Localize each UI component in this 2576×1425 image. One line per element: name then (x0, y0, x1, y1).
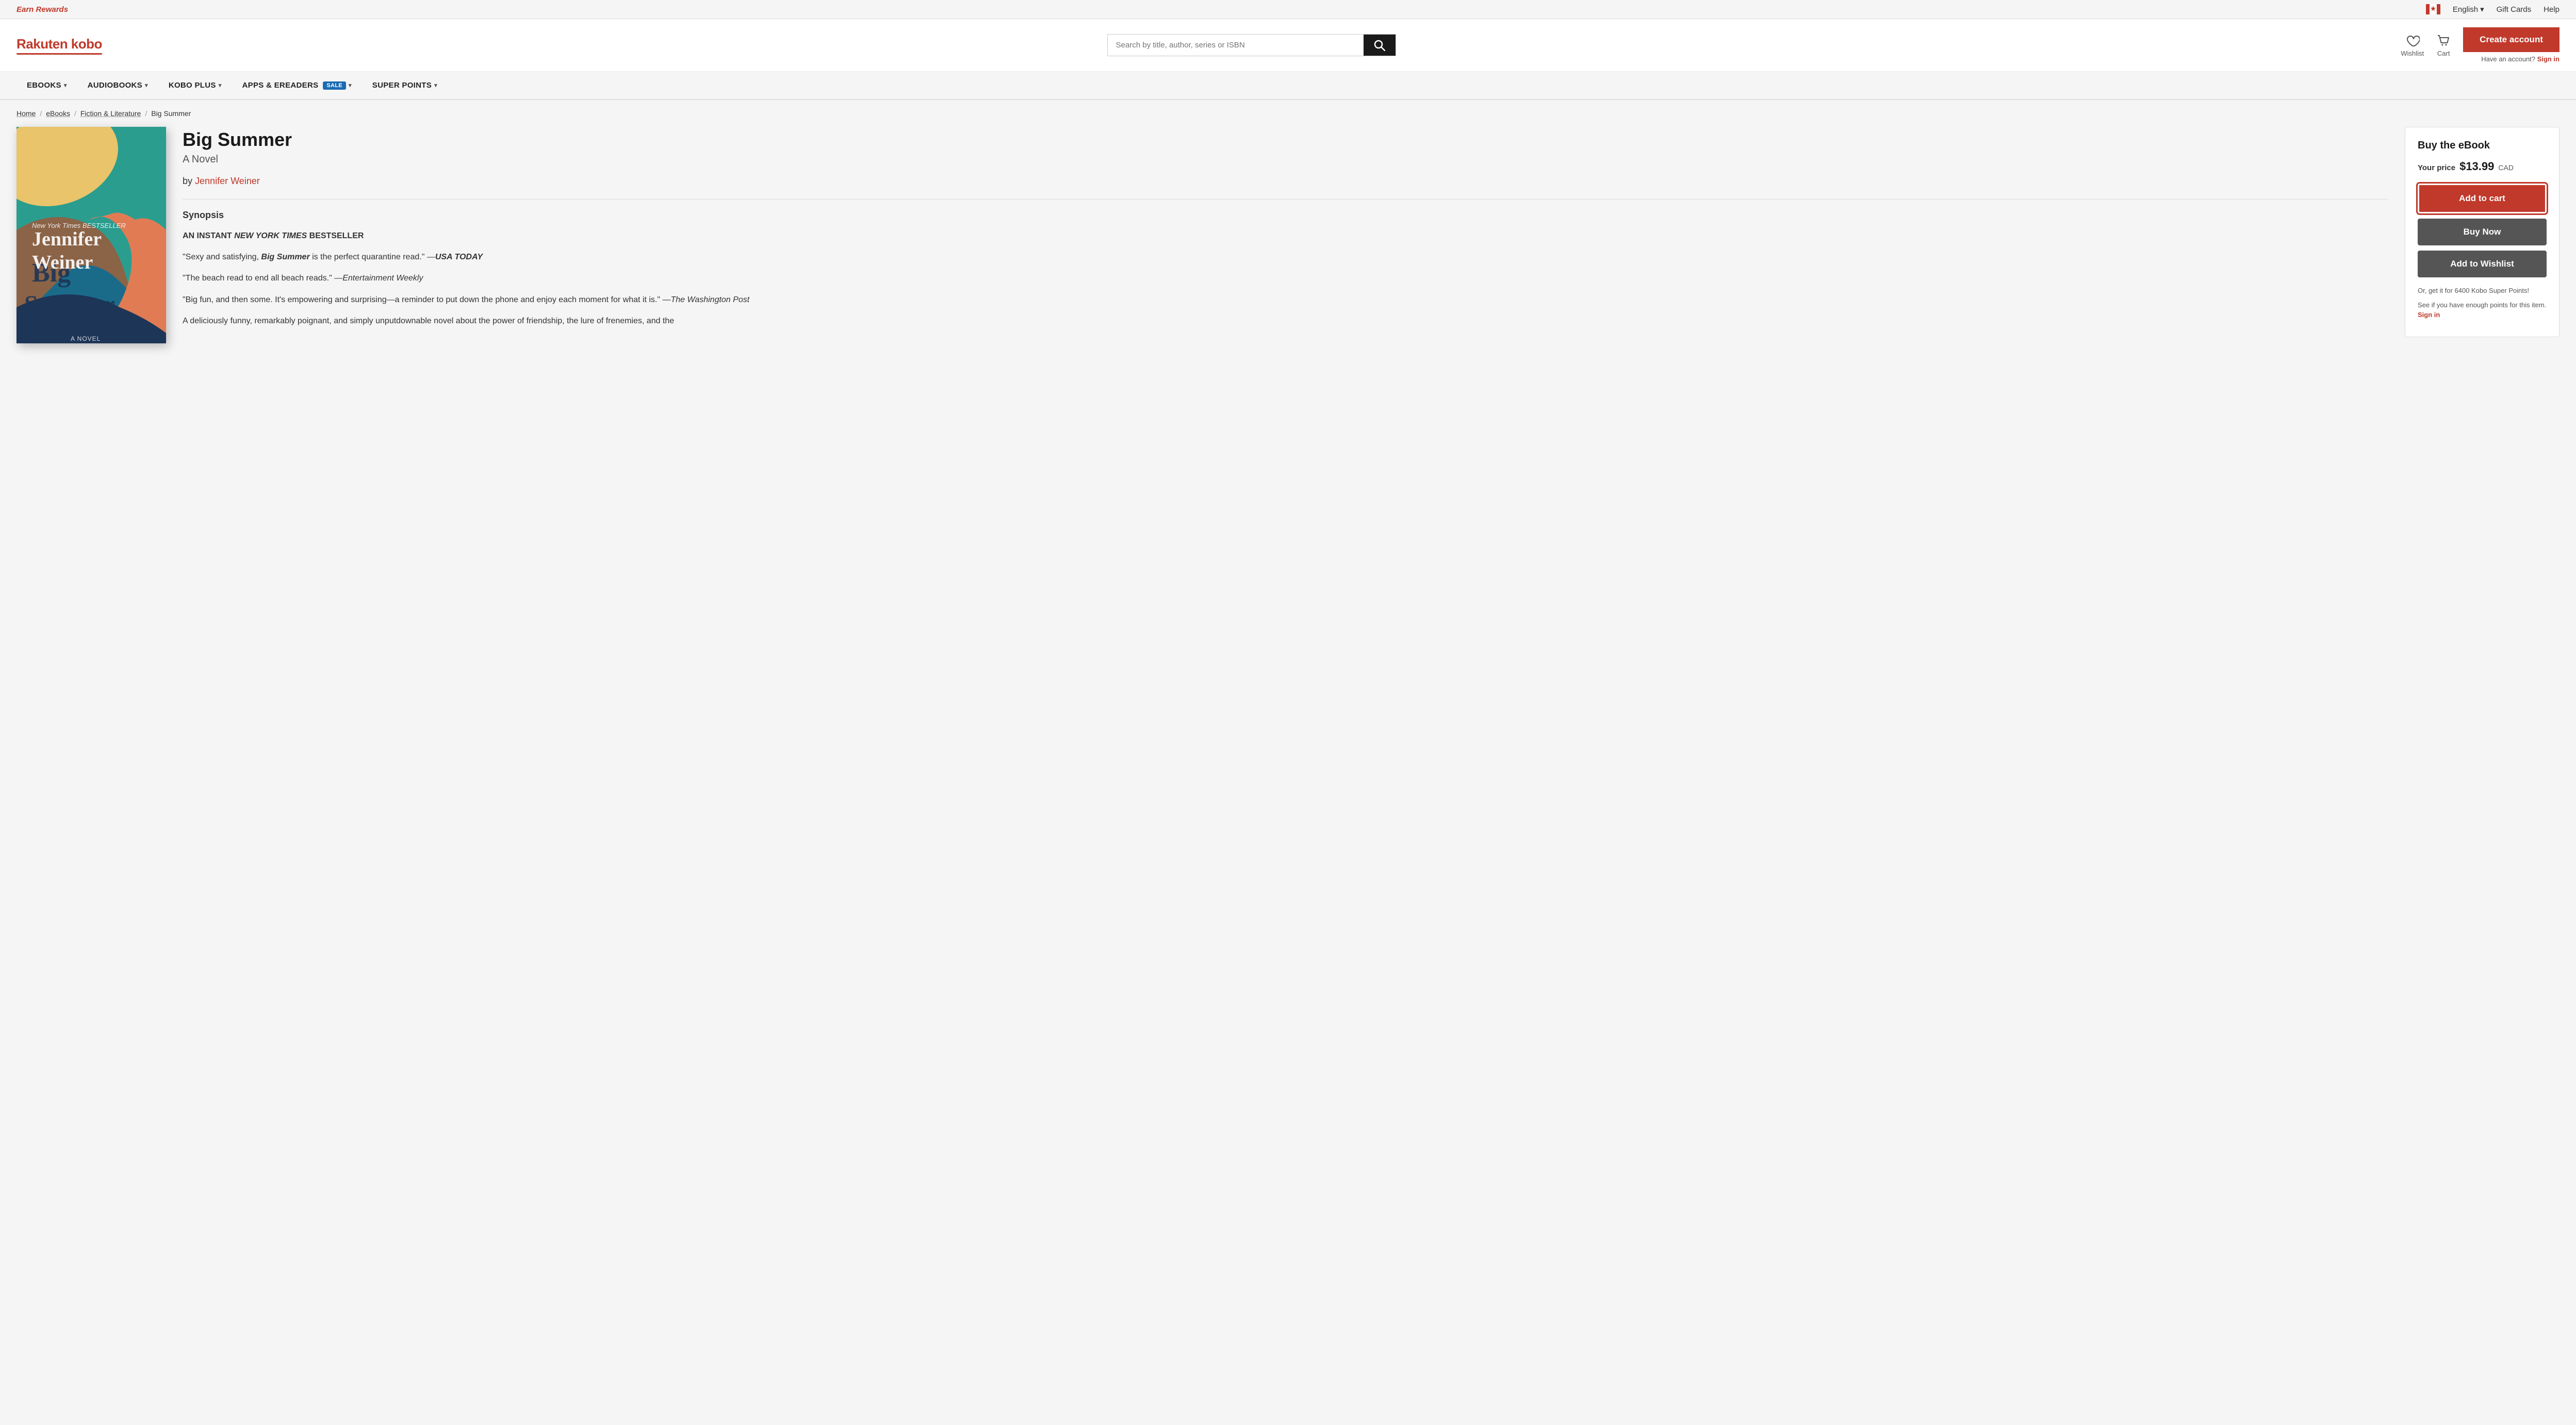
header: Rakuten kobo Wishlist Cart (0, 19, 2576, 72)
canada-flag-icon (2426, 4, 2440, 14)
synopsis-divider (183, 199, 2388, 200)
breadcrumb-category[interactable]: Fiction & Literature (80, 109, 141, 118)
search-icon (1374, 40, 1385, 51)
apps-chevron: ▾ (349, 82, 352, 89)
book-title: Big Summer (183, 129, 2388, 151)
breadcrumb-home[interactable]: Home (17, 109, 36, 118)
breadcrumb-sep-3: / (145, 109, 147, 118)
author-prefix: by (183, 176, 192, 186)
nav-apps-label: APPS & eREADERS (242, 81, 319, 90)
top-bar-right: English ▾ Gift Cards Help (2426, 4, 2559, 14)
kobo-plus-chevron: ▾ (219, 82, 222, 89)
logo[interactable]: Rakuten kobo (17, 36, 102, 55)
synopsis-bestseller: AN INSTANT (183, 231, 234, 240)
price-value: $13.99 (2459, 160, 2494, 173)
price-row: Your price $13.99 CAD (2418, 160, 2547, 173)
create-account-button[interactable]: Create account (2463, 27, 2559, 52)
book-cover-container: Big Summer Jennifer Weiner New York Time… (17, 127, 166, 343)
buy-panel: Buy the eBook Your price $13.99 CAD Add … (2405, 127, 2559, 337)
top-bar: Earn Rewards English ▾ Gift Cards Help (0, 0, 2576, 19)
main-content: Big Summer Jennifer Weiner New York Time… (0, 127, 2576, 364)
synopsis-label: Synopsis (183, 210, 2388, 221)
sign-in-link[interactable]: Sign in (2537, 55, 2559, 63)
breadcrumb-ebooks[interactable]: eBooks (46, 109, 70, 118)
synopsis-line-1: AN INSTANT NEW YORK TIMES BESTSELLER (183, 229, 2388, 243)
book-cover: Big Summer Jennifer Weiner New York Time… (17, 127, 166, 343)
nav-item-ebooks[interactable]: eBOOKS ▾ (17, 72, 77, 99)
synopsis-nyt: NEW YORK TIMES (234, 231, 307, 240)
svg-text:Jennifer: Jennifer (32, 228, 102, 250)
logo-underline (17, 53, 102, 55)
sign-in-prompt-prefix: See if you have enough points for this i… (2418, 301, 2546, 309)
panel-sign-in-link[interactable]: Sign in (2418, 311, 2440, 319)
synopsis-line-2: "Sexy and satisfying, Big Summer is the … (183, 250, 2388, 264)
sign-in-prompt: Have an account? Sign in (2481, 55, 2559, 63)
book-author: by Jennifer Weiner (183, 176, 2388, 187)
svg-text:New York Times BESTSELLER: New York Times BESTSELLER (32, 222, 126, 229)
kobo-points-text: Or, get it for 6400 Kobo Super Points! (2418, 286, 2547, 296)
synopsis-text: AN INSTANT NEW YORK TIMES BESTSELLER "Se… (183, 229, 2388, 328)
have-account-text: Have an account? (2481, 55, 2535, 63)
book-cover-image: Big Summer Jennifer Weiner New York Time… (17, 127, 166, 343)
help-link[interactable]: Help (2544, 5, 2559, 14)
price-currency: CAD (2498, 163, 2514, 172)
language-label: English (2453, 5, 2478, 14)
search-bar (1107, 34, 1396, 56)
earn-rewards-label[interactable]: Earn Rewards (17, 5, 68, 14)
breadcrumb: Home / eBooks / Fiction & Literature / B… (0, 100, 2576, 127)
cart-label: Cart (2437, 49, 2450, 57)
author-link[interactable]: Jennifer Weiner (195, 176, 260, 186)
buy-panel-title: Buy the eBook (2418, 140, 2547, 152)
create-account-section: Create account Have an account? Sign in (2463, 27, 2559, 63)
sale-badge: SALE (323, 81, 346, 90)
synopsis-line-4: "Big fun, and then some. It's empowering… (183, 293, 2388, 307)
logo-text: Rakuten kobo (17, 36, 102, 52)
breadcrumb-sep-1: / (40, 109, 42, 118)
cart-button[interactable]: Cart (2436, 34, 2451, 57)
nav-kobo-plus-label: KOBO PLUS (169, 81, 216, 90)
breadcrumb-current: Big Summer (151, 109, 191, 118)
nav-item-kobo-plus[interactable]: KOBO PLUS ▾ (158, 72, 232, 99)
book-subtitle: A Novel (183, 154, 2388, 165)
heart-icon (2405, 34, 2420, 48)
wishlist-button[interactable]: Wishlist (2401, 34, 2424, 57)
svg-text:Weiner: Weiner (32, 252, 93, 273)
synopsis-line-5: A deliciously funny, remarkably poignant… (183, 314, 2388, 328)
buy-now-button[interactable]: Buy Now (2418, 219, 2547, 245)
sign-in-prompt-text: See if you have enough points for this i… (2418, 300, 2547, 320)
gift-cards-link[interactable]: Gift Cards (2497, 5, 2532, 14)
nav-ebooks-label: eBOOKS (27, 81, 61, 90)
nav-item-apps-ereaders[interactable]: APPS & eREADERS SALE ▾ (232, 72, 362, 99)
cart-icon (2436, 34, 2451, 48)
nav-audiobooks-label: AUDIOBOOKS (88, 81, 142, 90)
add-to-wishlist-button[interactable]: Add to Wishlist (2418, 251, 2547, 277)
add-to-cart-button[interactable]: Add to cart (2418, 184, 2547, 213)
nav-super-points-label: SUPER POINTS (372, 81, 432, 90)
header-actions: Wishlist Cart Create account Have an acc… (2401, 27, 2559, 63)
price-label: Your price (2418, 163, 2455, 172)
language-selector[interactable]: English ▾ (2453, 5, 2484, 14)
search-button[interactable] (1364, 35, 1396, 56)
nav-bar: eBOOKS ▾ AUDIOBOOKS ▾ KOBO PLUS ▾ APPS &… (0, 72, 2576, 100)
nav-item-audiobooks[interactable]: AUDIOBOOKS ▾ (77, 72, 158, 99)
synopsis-line-3: "The beach read to end all beach reads."… (183, 271, 2388, 285)
nav-item-super-points[interactable]: SUPER POINTS ▾ (362, 72, 448, 99)
svg-text:Summer: Summer (24, 291, 115, 318)
search-input[interactable] (1108, 35, 1364, 56)
synopsis-bestseller-end: BESTSELLER (307, 231, 364, 240)
super-points-chevron: ▾ (434, 82, 437, 89)
audiobooks-chevron: ▾ (145, 82, 148, 89)
svg-text:A NOVEL: A NOVEL (71, 335, 101, 342)
ebooks-chevron: ▾ (64, 82, 67, 89)
book-details: Big Summer A Novel by Jennifer Weiner Sy… (183, 127, 2388, 343)
language-chevron: ▾ (2480, 5, 2484, 14)
breadcrumb-sep-2: / (74, 109, 76, 118)
wishlist-label: Wishlist (2401, 49, 2424, 57)
